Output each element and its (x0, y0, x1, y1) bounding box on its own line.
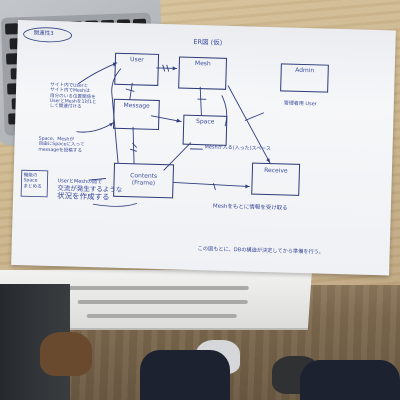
arrowhead (245, 184, 250, 189)
drawer-handle (77, 300, 248, 304)
cardinality-mark (125, 88, 135, 92)
message-entity-label: Message (123, 101, 150, 110)
bottom-left-note-line: 状況を作成する (56, 191, 110, 202)
arrowhead (172, 66, 177, 71)
message-entity: Message (113, 98, 160, 130)
user-note: サイト内でUserと サイト内でMeshは 自分のいる位置関係を UserとMe… (50, 83, 98, 111)
bottom-left-note: UserとMeshの間で 交流が発生するような 状況を作成する (56, 178, 123, 203)
diagram-title: ER図 (仮) (193, 37, 223, 47)
drawer-handle (86, 314, 237, 318)
boxed-note-line: まとめる (23, 183, 42, 190)
header-label: 関連性3 (33, 30, 54, 37)
admin-note-pointer (244, 112, 264, 121)
diagram-paper: 関連性3 ER図 (仮) User Mesh Admin Message Spa… (11, 20, 396, 276)
space-entity: Space (182, 114, 228, 146)
keyboard-key (4, 23, 19, 35)
mesh-entity: Mesh (178, 56, 228, 90)
contents-entity-sublabel: (Frame) (131, 179, 156, 187)
admin-entity-label: Admin (295, 66, 315, 75)
trouser-leg (140, 350, 230, 400)
mesh-entity-label: Mesh (194, 59, 211, 68)
shoe (40, 332, 92, 376)
boxed-note: 機能の Space まとめる (23, 173, 42, 189)
bottom-note-underline (92, 203, 138, 207)
drawer-handle (68, 286, 249, 290)
mesh-space-link (199, 86, 202, 116)
trouser-leg (300, 360, 400, 400)
photo-scene: 関連性3 ER図 (仮) User Mesh Admin Message Spa… (0, 0, 400, 400)
admin-note: 管理者用 User (283, 100, 317, 108)
admin-entity: Admin (280, 63, 329, 93)
space-entity-label: Space (195, 118, 215, 126)
contents-receive-link (173, 181, 250, 187)
space-note-pointer (76, 122, 114, 133)
arrowhead (176, 118, 182, 123)
user-note-pointer (77, 62, 118, 85)
user-entity-label: User (129, 56, 144, 64)
user-message-link (129, 82, 133, 100)
space-note: Space、Meshが 自由にSpaceに入って messageを投稿する (38, 137, 84, 154)
user-entity: User (114, 52, 160, 86)
receive-entity: Receive (251, 162, 301, 196)
receive-entity-label: Receive (264, 166, 288, 175)
